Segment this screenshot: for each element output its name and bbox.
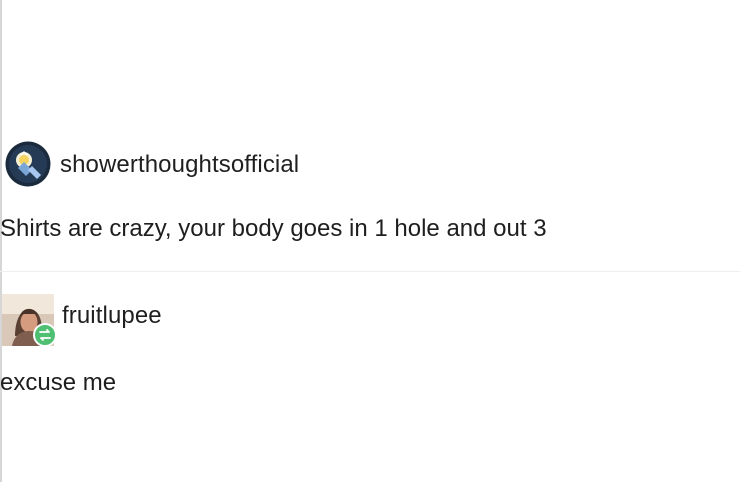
profile-photo-avatar[interactable] — [2, 294, 57, 347]
lightbulb-avatar-icon[interactable] — [4, 140, 52, 188]
reblog-post-header: fruitlupee — [0, 294, 740, 347]
username[interactable]: fruitlupee — [62, 302, 162, 330]
post-text: Shirts are crazy, your body goes in 1 ho… — [0, 215, 547, 242]
original-post: showerthoughtsofficial Shirts are crazy,… — [0, 140, 740, 244]
reblog-post: fruitlupee excuse me — [0, 294, 740, 398]
tumblr-post-screenshot: { "original_post": { "username": "shower… — [0, 0, 740, 482]
post-divider — [0, 271, 740, 272]
username[interactable]: showerthoughtsofficial — [60, 151, 299, 179]
post-text: excuse me — [0, 369, 117, 396]
original-post-header: showerthoughtsofficial — [0, 140, 740, 188]
